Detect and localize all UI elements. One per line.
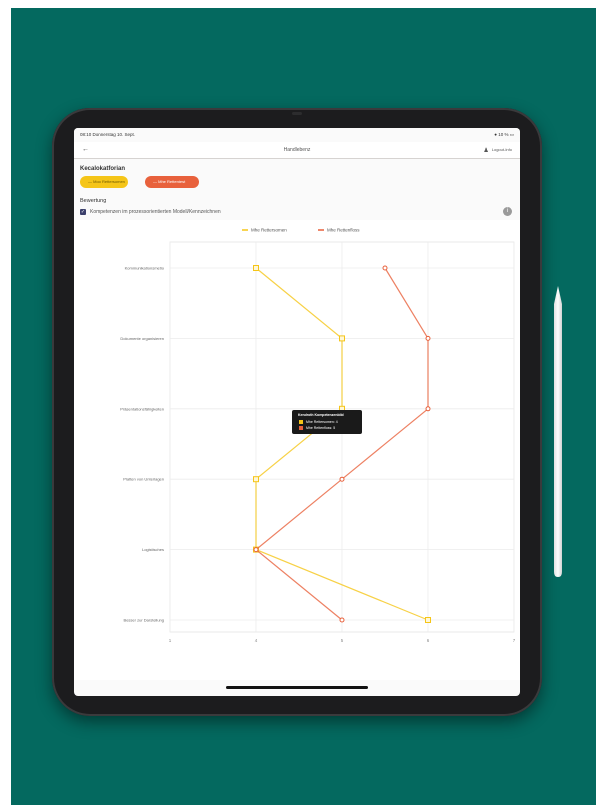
y-category-label: Platten von Unterlagen <box>123 477 164 482</box>
legend-label: Mhe Rettenfloss <box>327 228 360 233</box>
status-indicators: ● 10 % ▭ <box>494 132 514 137</box>
data-point <box>425 406 431 412</box>
checkbox-label: Kompetenzen im prozessorientierten Model… <box>90 209 221 215</box>
chart: 1 4 5 6 7 Kommunikationsmetio Dokumente organi… <box>74 220 520 680</box>
legend-label: Mhe Rettersomen <box>251 228 287 233</box>
screen: 08:10 Donnerstag 10. Sept. ● 10 % ▭ ← Ha… <box>74 128 520 696</box>
x-tick-label: 6 <box>427 638 430 643</box>
data-point <box>425 617 431 623</box>
user-label: Logout-Info <box>491 147 512 152</box>
tooltip-title: Kendroth Kompetenzenbild <box>298 413 344 417</box>
stylus-pencil <box>554 286 562 577</box>
x-tick-label: 5 <box>341 638 344 643</box>
user-menu[interactable]: ♟ Logout-Info <box>483 147 512 154</box>
tooltip-swatch-1 <box>299 419 303 424</box>
data-point <box>382 265 388 271</box>
data-point <box>339 335 345 342</box>
y-category-label: Logistisches <box>142 547 164 552</box>
page-title: Handlebenz <box>283 147 311 153</box>
tablet-frame: 08:10 Donnerstag 10. Sept. ● 10 % ▭ ← Ha… <box>52 108 542 716</box>
y-category-label: Dokumente organisieren <box>120 336 164 341</box>
y-category-label: Kommunikationsmetio <box>125 266 165 271</box>
chart-tooltip: Kendroth Kompetenzenbild Mhe Rettersomen… <box>292 410 362 434</box>
status-time: 08:10 Donnerstag 10. Sept. <box>80 132 136 137</box>
filter-title: Kecalokatforian <box>80 166 126 172</box>
status-bar: 08:10 Donnerstag 10. Sept. ● 10 % ▭ <box>74 128 520 142</box>
data-point <box>253 476 259 483</box>
info-icon[interactable]: i <box>503 207 512 216</box>
data-point <box>425 335 431 341</box>
tooltip-swatch-2 <box>299 425 303 430</box>
chip-series-2[interactable]: — Mhe Rettentest <box>145 176 199 188</box>
home-indicator <box>226 686 368 689</box>
x-tick-label: 7 <box>513 638 516 643</box>
data-point <box>253 265 259 271</box>
data-point <box>339 617 345 623</box>
chip-series-1[interactable]: — Moo Rettersomen <box>80 176 128 188</box>
tooltip-row-2: Mhe Rettenfloss: 5 <box>306 426 336 430</box>
y-category-label: Besser zur Darstellung <box>124 618 164 623</box>
x-tick-label: 4 <box>255 638 258 643</box>
camera <box>292 112 302 115</box>
tooltip-row-1: Mhe Rettersomen: 4 <box>306 420 338 424</box>
y-category-label: Präsentationsfähigkeiten <box>120 406 164 411</box>
x-tick-label: 1 <box>169 638 172 643</box>
data-point <box>253 547 259 553</box>
data-point <box>339 476 345 482</box>
checkbox[interactable]: ✓ <box>80 209 86 215</box>
nav-bar: ← Handlebenz ♟ Logout-Info <box>74 142 520 159</box>
chart-svg: 1 4 5 6 7 Kommunikationsmetio Dokumente organi… <box>120 228 516 643</box>
user-icon: ♟ <box>483 148 489 154</box>
section-title: Bewertung <box>80 198 107 204</box>
